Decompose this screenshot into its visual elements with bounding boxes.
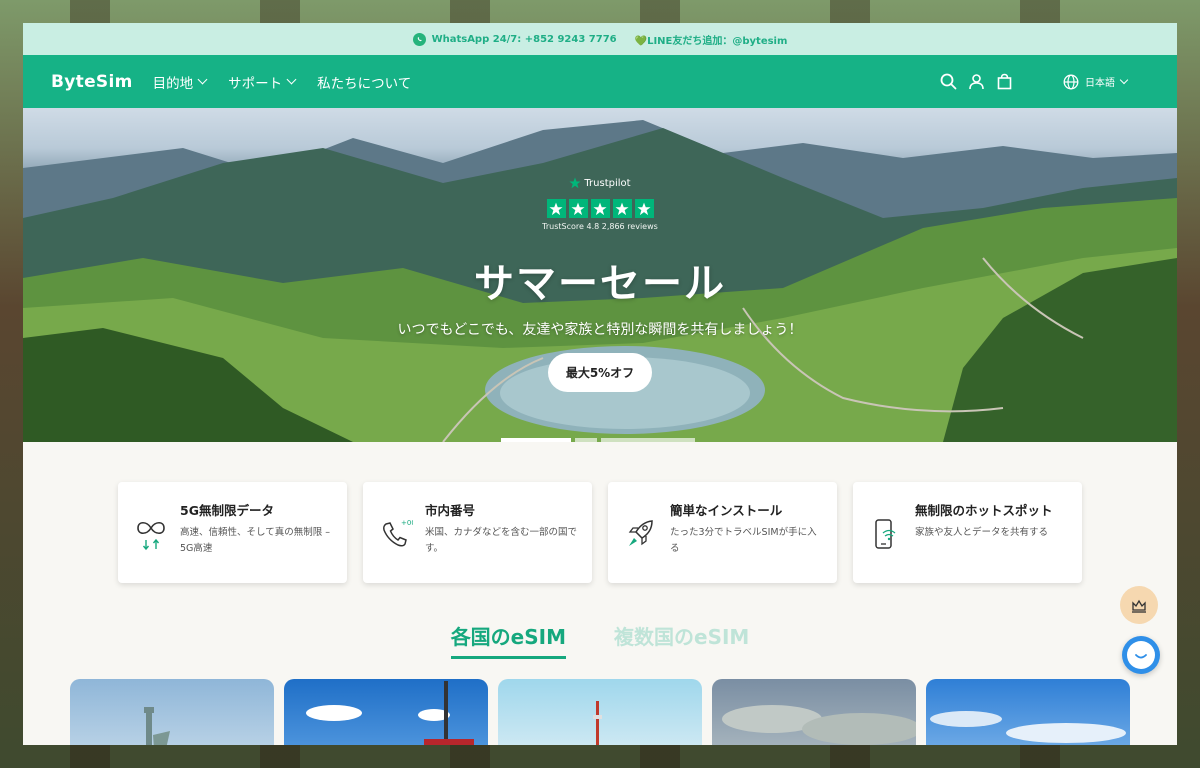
esim-type-tabs: 各国のeSIM 複数国のeSIM — [23, 621, 1177, 659]
nav-support-label: サポート — [228, 75, 283, 92]
destination-card[interactable] — [712, 679, 916, 745]
logo[interactable]: ByteSim — [51, 72, 133, 92]
feature-card: 無制限のホットスポット 家族や友人とデータを共有する — [853, 482, 1082, 583]
phone-plus-icon: +00 — [377, 512, 415, 556]
feature-list: 5G無制限データ 高速、信頼性、そして真の無制限 – 5G高速 +00 市内番号… — [23, 442, 1177, 583]
globe-icon — [1063, 74, 1079, 89]
rating-star-icon — [568, 199, 588, 218]
trustpilot-rating — [23, 199, 1177, 218]
cloudy-sky-image — [722, 705, 916, 745]
chevron-down-icon — [197, 74, 208, 85]
star-icon — [569, 177, 582, 189]
feature-description: 米国、カナダなどを含む一部の国です。 — [425, 527, 578, 554]
tokyo-skyline-image — [593, 701, 602, 745]
whatsapp-icon — [412, 32, 426, 46]
feature-title: 無制限のホットスポット — [915, 503, 1053, 518]
hero-title: サマーセール — [474, 261, 726, 307]
chevron-down-icon — [286, 74, 297, 85]
chat-icon — [1127, 641, 1155, 669]
slide-dot[interactable] — [601, 438, 695, 442]
main-navbar: ByteSim 目的地 サポート 私たちについて 日本語 — [23, 55, 1177, 108]
destination-card[interactable] — [284, 679, 488, 745]
nav-destinations-label: 目的地 — [152, 75, 194, 92]
rating-star-icon — [634, 199, 654, 218]
destination-card-list — [23, 659, 1177, 745]
browser-viewport: WhatsApp 24/7: +852 9243 7776 💚LINE友だち追加… — [23, 23, 1177, 745]
trustpilot-brand[interactable]: Trustpilot — [569, 177, 631, 189]
language-selector[interactable]: 日本語 — [1063, 74, 1129, 90]
feature-card: 簡単なインストール たった3分でトラベルSIMが手に入る — [608, 482, 837, 583]
rating-star-icon — [546, 199, 566, 218]
infinity-icon — [132, 512, 170, 556]
announcement-bar: WhatsApp 24/7: +852 9243 7776 💚LINE友だち追加… — [23, 23, 1177, 55]
whatsapp-contact[interactable]: WhatsApp 24/7: +852 9243 7776 — [432, 34, 617, 45]
feature-description: 高速、信頼性、そして真の無制限 – 5G高速 — [180, 527, 330, 554]
feature-card: +00 市内番号 米国、カナダなどを含む一部の国です。 — [363, 482, 592, 583]
slide-dot[interactable] — [575, 438, 597, 442]
account-icon[interactable] — [962, 68, 990, 96]
cart-icon[interactable] — [990, 68, 1018, 96]
trustscore-text: TrustScore 4.8 2,866 reviews — [542, 222, 658, 231]
hotspot-icon — [867, 512, 905, 556]
blue-sky-image — [930, 711, 1126, 743]
hero-subtitle: いつでもどこでも、友達や家族と特別な瞬間を共有しましょう！ — [397, 322, 803, 338]
language-label: 日本語 — [1085, 78, 1115, 89]
rating-star-icon — [590, 199, 610, 218]
feature-title: 市内番号 — [425, 503, 476, 518]
feature-title: 5G無制限データ — [180, 503, 274, 518]
line-contact[interactable]: 💚LINE友だち追加：@bytesim — [635, 32, 788, 47]
search-icon[interactable] — [934, 68, 962, 96]
rating-star-icon — [612, 199, 632, 218]
destination-card[interactable] — [70, 679, 274, 745]
feature-title: 簡単なインストール — [670, 503, 783, 518]
statue-of-liberty-image — [144, 707, 170, 745]
rewards-button[interactable] — [1120, 586, 1158, 624]
chevron-down-icon — [1119, 75, 1129, 84]
rocket-icon — [622, 512, 660, 556]
nav-support[interactable]: サポート — [228, 72, 297, 92]
crown-gift-icon — [1132, 599, 1146, 613]
chat-button[interactable] — [1122, 636, 1160, 674]
japan-tower-image — [306, 681, 474, 745]
hero-cta-button[interactable]: 最大5%オフ — [547, 353, 653, 392]
destination-card[interactable] — [498, 679, 702, 745]
tab-multi-country-esim[interactable]: 複数国のeSIM — [614, 621, 749, 659]
nav-about-label: 私たちについて — [317, 75, 412, 92]
feature-card: 5G無制限データ 高速、信頼性、そして真の無制限 – 5G高速 — [118, 482, 347, 583]
feature-description: 家族や友人とデータを共有する — [915, 527, 1049, 538]
slide-dot-active[interactable] — [501, 438, 571, 442]
slider-pagination — [501, 438, 695, 442]
hero-banner: Trustpilot TrustScore 4.8 2,866 reviews … — [23, 108, 1177, 442]
trustpilot-label: Trustpilot — [584, 177, 631, 189]
nav-about[interactable]: 私たちについて — [317, 72, 411, 92]
svg-text:+00: +00 — [401, 519, 413, 527]
tab-country-esim[interactable]: 各国のeSIM — [450, 621, 566, 659]
destination-card[interactable] — [926, 679, 1130, 745]
feature-description: たった3分でトラベルSIMが手に入る — [670, 527, 817, 554]
nav-destinations[interactable]: 目的地 — [152, 72, 208, 92]
